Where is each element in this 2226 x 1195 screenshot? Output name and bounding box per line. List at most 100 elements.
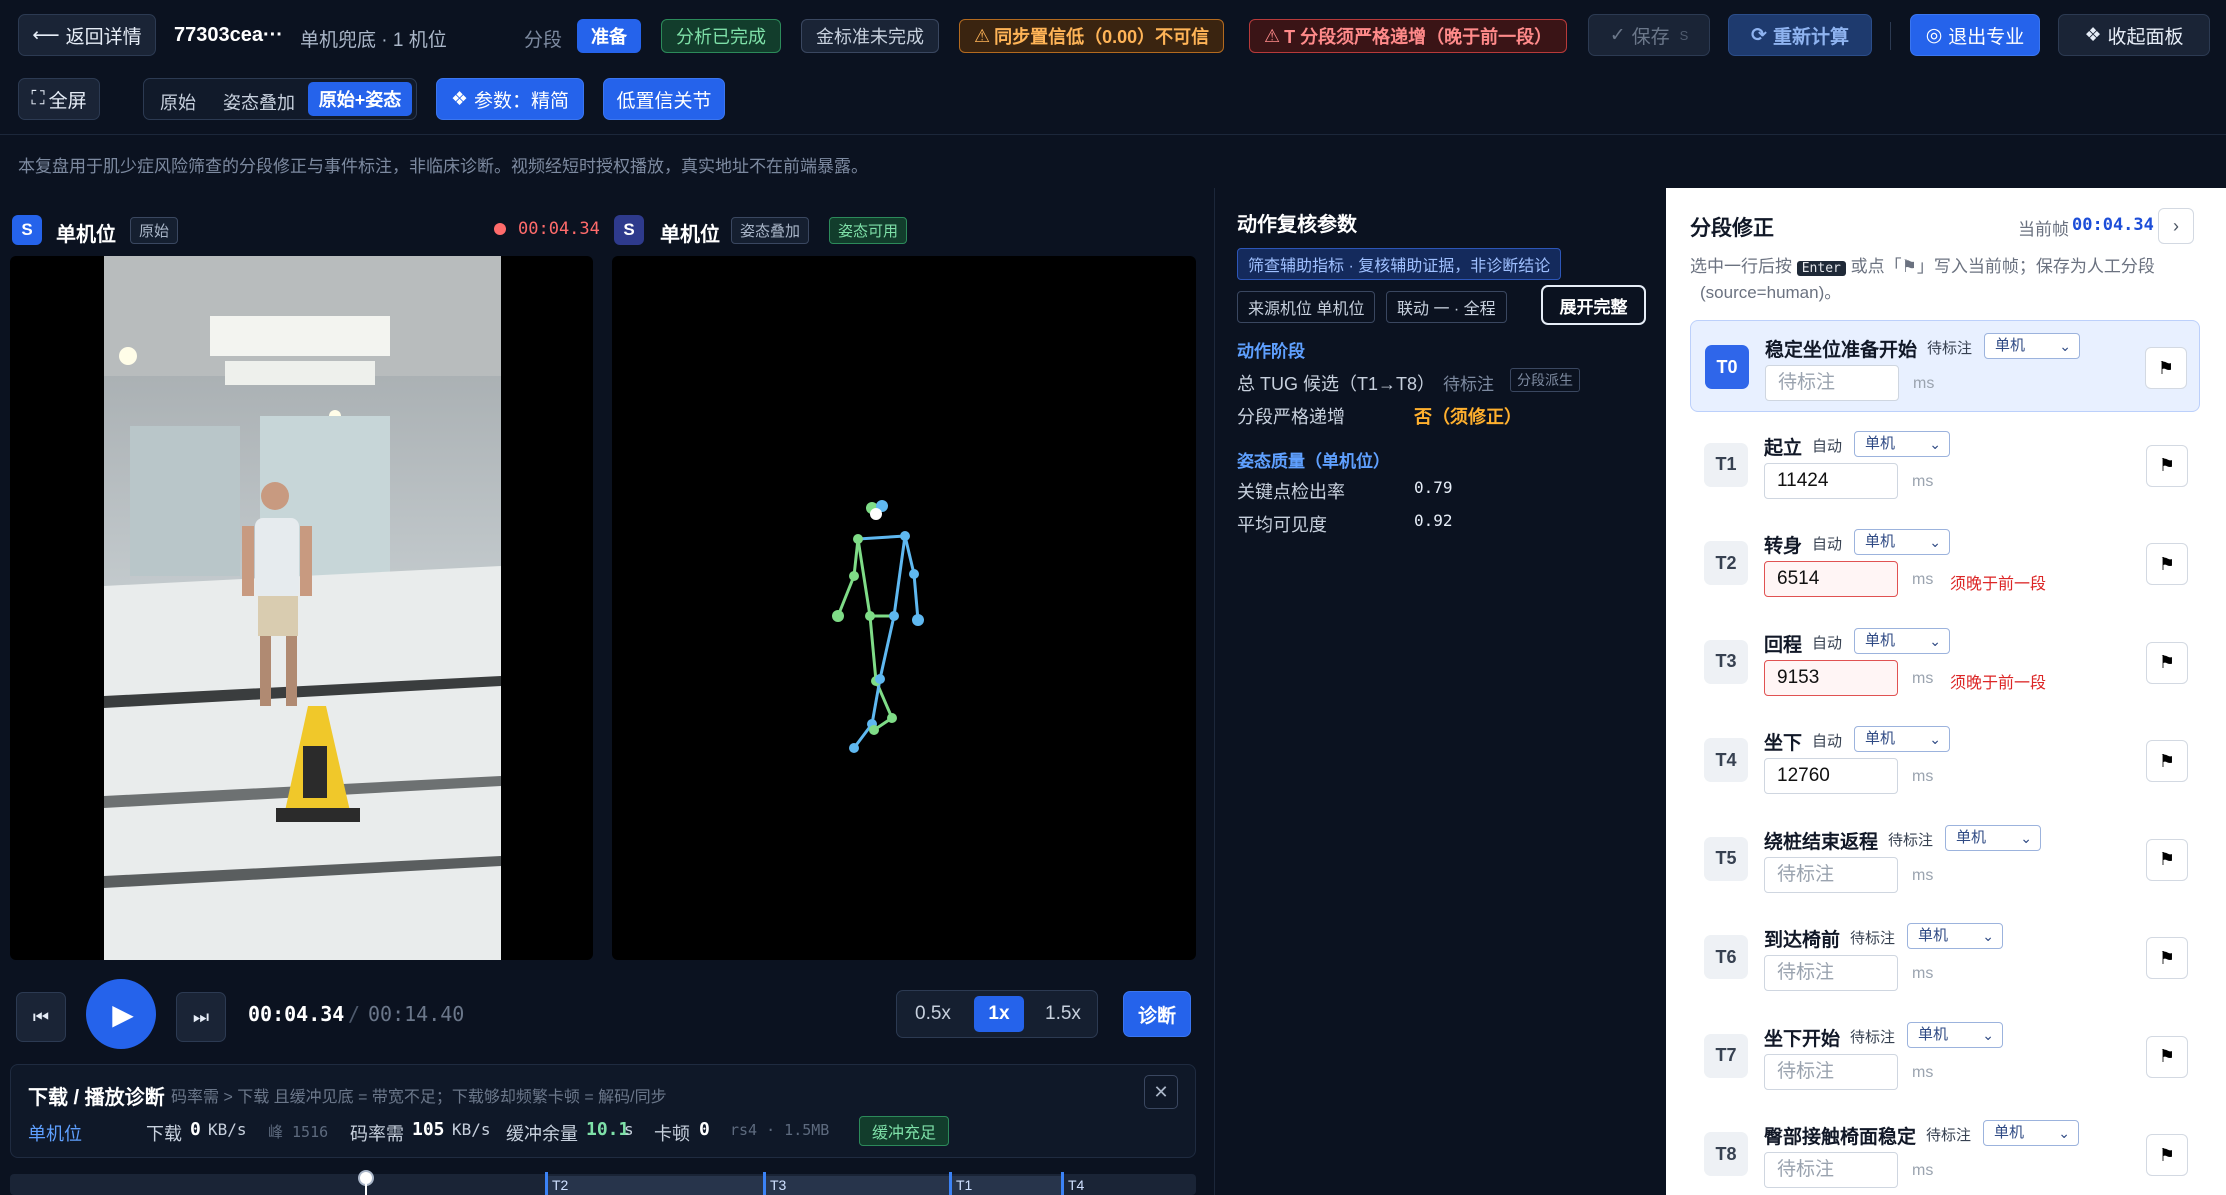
- back-button[interactable]: ⟵ 返回详情: [18, 14, 156, 56]
- params-button[interactable]: ❖ 参数：精简: [436, 78, 584, 120]
- current-time: 00:04.34: [248, 1002, 345, 1026]
- source-chip[interactable]: 来源机位 单机位: [1237, 291, 1376, 323]
- timeline-marker[interactable]: [763, 1172, 766, 1195]
- download-unit: KB/s: [208, 1120, 247, 1139]
- write-current-frame-button[interactable]: ⚑: [2146, 838, 2188, 881]
- segment-row-t7[interactable]: T7 坐下开始 待标注 单机 ⌄ 待标注 ms ⚑: [1690, 1010, 2200, 1102]
- segment-time-input[interactable]: 9153: [1764, 659, 1898, 696]
- video-pose[interactable]: [612, 256, 1196, 960]
- fullscreen-button[interactable]: ⛶ 全屏: [18, 78, 100, 120]
- chevron-right-icon: ›: [2173, 215, 2179, 236]
- write-current-frame-button[interactable]: ⚑: [2146, 444, 2188, 487]
- camera-select[interactable]: 单机 ⌄: [1907, 923, 2003, 949]
- unit-label: ms: [1912, 571, 1934, 588]
- segment-time-input[interactable]: 待标注: [1765, 365, 1899, 401]
- camera-select[interactable]: 单机 ⌄: [1907, 1021, 2003, 1048]
- visibility-label: 平均可见度: [1237, 515, 1327, 535]
- camera-badge: S: [12, 215, 42, 245]
- keypoint-value: 0.79: [1414, 478, 1453, 497]
- segment-time-input[interactable]: 11424: [1764, 462, 1898, 499]
- segment-row-t6[interactable]: T6 到达椅前 待标注 单机 ⌄ 待标注 ms ⚑: [1690, 911, 2200, 1003]
- write-current-frame-button[interactable]: ⚑: [2146, 641, 2188, 684]
- camera-select[interactable]: 单机 ⌄: [1945, 824, 2041, 851]
- chevron-down-icon: ⌄: [1982, 1026, 1994, 1043]
- timeline-marker[interactable]: [545, 1172, 548, 1195]
- unit-label: ms: [1912, 669, 1934, 687]
- write-current-frame-button[interactable]: ⚑: [2146, 1035, 2188, 1078]
- segment-time-input[interactable]: 待标注: [1764, 955, 1898, 991]
- segment-row-t5[interactable]: T5 绕桩结束返程 待标注 单机 ⌄ 待标注 ms ⚑: [1690, 813, 2200, 905]
- segment-hint-line2: (source=human)。: [1700, 283, 1842, 302]
- camera-select[interactable]: 单机 ⌄: [1854, 430, 1950, 457]
- skip-back-button[interactable]: ⏮: [16, 992, 66, 1042]
- gold-status-badge: 金标准未完成: [801, 19, 939, 53]
- unit-label: ms: [1912, 472, 1934, 490]
- segment-time-input[interactable]: 待标注: [1764, 1152, 1898, 1188]
- check-icon: ✓: [1609, 24, 1626, 46]
- time-separator: /: [348, 1002, 361, 1026]
- segment-name: 到达椅前: [1764, 930, 1841, 951]
- chevron-down-icon: ⌄: [1929, 435, 1941, 452]
- recalculate-button[interactable]: ⟳ 重新计算: [1728, 14, 1872, 56]
- segment-name: 稳定坐位准备开始: [1765, 340, 1918, 361]
- link-chip[interactable]: 联动 一 · 全程: [1386, 291, 1507, 323]
- order-warning-badge: ⚠ T 分段须严格递增（晚于前一段）: [1249, 19, 1568, 53]
- segment-source-status: 待标注: [1850, 930, 1896, 947]
- panel-next-button[interactable]: ›: [2158, 208, 2194, 244]
- write-current-frame-button[interactable]: ⚑: [2146, 937, 2188, 979]
- expand-button[interactable]: 展开完整: [1541, 285, 1646, 325]
- segment-source-status: 待标注: [1888, 831, 1934, 849]
- write-current-frame-button[interactable]: ⚑: [2146, 740, 2188, 782]
- segment-name: 坐下开始: [1764, 1028, 1841, 1050]
- chevron-down-icon: ⌄: [2059, 338, 2071, 354]
- segment-row-t0[interactable]: T0 稳定坐位准备开始 待标注 单机 ⌄ 待标注 ms ⚑: [1690, 320, 2200, 412]
- write-current-frame-button[interactable]: ⚑: [2145, 347, 2187, 389]
- segment-row-t3[interactable]: T3 回程 自动 单机 ⌄ 9153 ms 须晚于前一段 ⚑: [1690, 616, 2200, 708]
- collapse-panel-button[interactable]: ❖ 收起面板: [2058, 14, 2210, 56]
- camera-select[interactable]: 单机 ⌄: [1854, 726, 1950, 752]
- segment-value-badge[interactable]: 准备: [577, 19, 641, 53]
- camera-select[interactable]: 单机 ⌄: [1854, 529, 1950, 555]
- buffer-status-badge: 缓冲充足: [859, 1116, 950, 1146]
- view-mode-pose[interactable]: 姿态叠加: [223, 89, 295, 115]
- segment-source-status: 自动: [1812, 733, 1843, 750]
- current-frame-label: 当前帧: [2018, 220, 2069, 239]
- speed-1x[interactable]: 1x: [974, 996, 1024, 1032]
- skip-forward-button[interactable]: ⏭: [176, 992, 226, 1042]
- diagnose-button[interactable]: 诊断: [1123, 991, 1191, 1037]
- camera-select[interactable]: 单机 ⌄: [1854, 627, 1950, 654]
- timeline-segment: [546, 1176, 764, 1195]
- timeline-marker[interactable]: [1061, 1172, 1064, 1195]
- write-current-frame-button[interactable]: ⚑: [2146, 1134, 2188, 1176]
- exit-pro-button[interactable]: ◎ 退出专业: [1910, 14, 2040, 56]
- low-confidence-button[interactable]: 低置信关节: [603, 78, 725, 120]
- segment-time-input[interactable]: 12760: [1764, 758, 1898, 794]
- segment-row-t8[interactable]: T8 臀部接触椅面稳定 待标注 单机 ⌄ 待标注 ms ⚑: [1690, 1108, 2200, 1195]
- segment-time-input[interactable]: 待标注: [1764, 1053, 1898, 1090]
- bitrate-label: 码率需: [350, 1124, 404, 1144]
- save-button[interactable]: ✓ 保存 S: [1588, 14, 1710, 56]
- unit-label: ms: [1912, 965, 1934, 982]
- video-raw[interactable]: [10, 256, 593, 960]
- timeline-marker[interactable]: [949, 1172, 952, 1195]
- camera-select[interactable]: 单机 ⌄: [1984, 333, 2080, 359]
- write-current-frame-button[interactable]: ⚑: [2146, 543, 2188, 585]
- camera-select[interactable]: 单机 ⌄: [1983, 1120, 2079, 1146]
- speed-0-5x[interactable]: 0.5x: [915, 1003, 951, 1025]
- unit-label: ms: [1912, 866, 1934, 884]
- view-mode-raw[interactable]: 原始: [160, 89, 196, 115]
- segment-source-status: 自动: [1812, 437, 1843, 455]
- segment-row-t4[interactable]: T4 坐下 自动 单机 ⌄ 12760 ms ⚑: [1690, 714, 2200, 806]
- diagnostics-close-button[interactable]: ✕: [1144, 1075, 1178, 1109]
- review-title: 动作复核参数: [1237, 214, 1357, 236]
- speed-1-5x[interactable]: 1.5x: [1045, 1003, 1081, 1025]
- chevron-down-icon: ⌄: [2058, 1125, 2070, 1141]
- play-button[interactable]: ▶: [86, 979, 156, 1049]
- timeline-marker-label: T1: [956, 1177, 973, 1193]
- segment-time-input[interactable]: 6514: [1764, 561, 1898, 597]
- segment-row-t2[interactable]: T2 转身 自动 单机 ⌄ 6514 ms 须晚于前一段 ⚑: [1690, 517, 2200, 609]
- segment-time-input[interactable]: 待标注: [1764, 856, 1898, 893]
- segment-row-t1[interactable]: T1 起立 自动 单机 ⌄ 11424 ms ⚑: [1690, 419, 2200, 511]
- view-mode-both[interactable]: 原始+姿态: [308, 82, 412, 116]
- chevron-down-icon: ⌄: [1929, 534, 1941, 550]
